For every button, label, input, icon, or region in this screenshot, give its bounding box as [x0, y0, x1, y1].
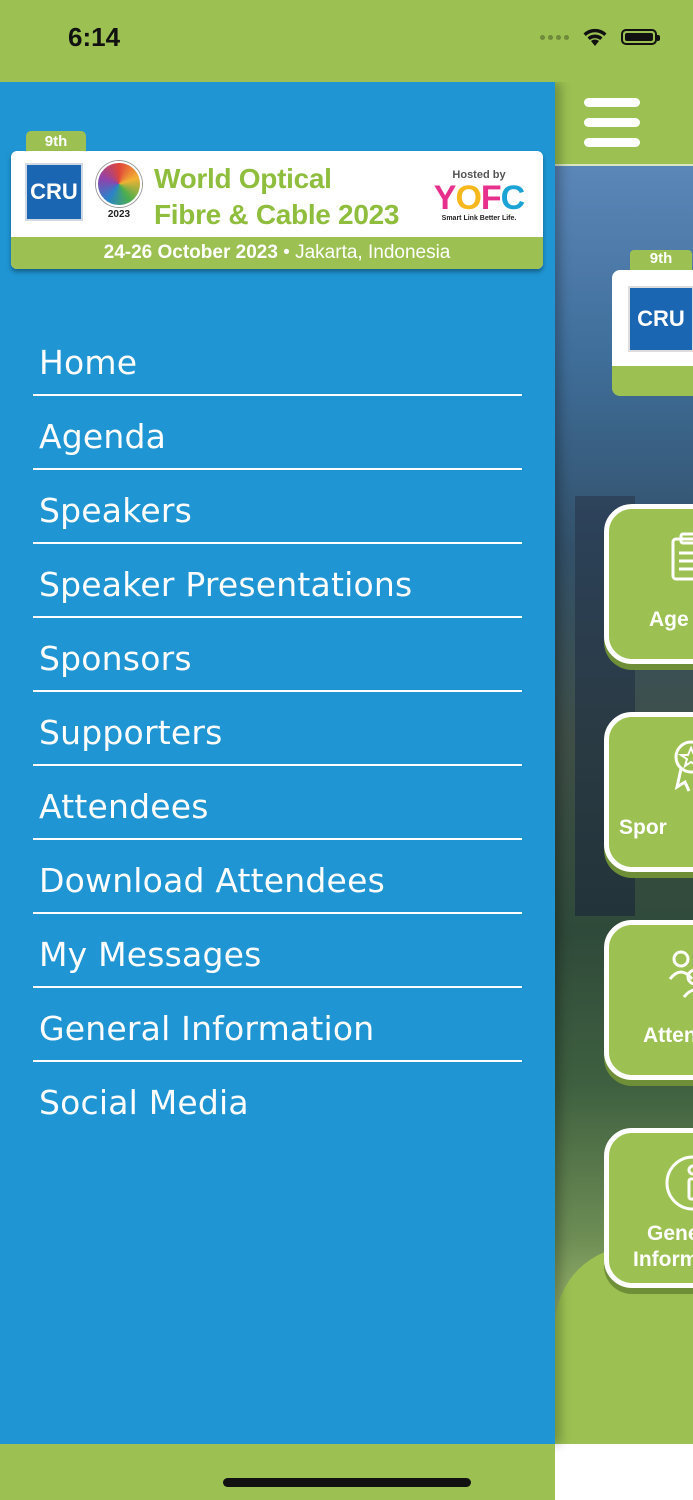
menu-item-label: General Information: [39, 1008, 375, 1048]
drawer-menu: Home Agenda Speakers Speaker Presentatio…: [33, 322, 522, 1134]
signal-icon: [540, 34, 569, 40]
menu-item-label: Attendees: [39, 786, 209, 826]
tile-agenda[interactable]: Age: [604, 504, 693, 664]
menu-item-label: Home: [39, 342, 138, 382]
globe-year: 2023: [107, 209, 131, 220]
star-badge-icon: [674, 740, 693, 792]
status-bar: 6:14: [0, 0, 693, 82]
tile-label: Gene: [647, 1222, 693, 1245]
status-icons: [540, 26, 660, 48]
clipboard-icon: [671, 532, 693, 581]
tile-label: Atten: [643, 1024, 693, 1047]
navigation-drawer: 9th CRU 2023 World Optical Fibre & Cable…: [0, 82, 555, 1444]
tile-attendees[interactable]: Atten: [604, 920, 693, 1080]
menu-item-my-messages[interactable]: My Messages: [33, 914, 522, 988]
edition-badge: 9th: [26, 131, 86, 153]
tile-label: Inform: [633, 1248, 693, 1271]
menu-item-general-information[interactable]: General Information: [33, 988, 522, 1062]
cru-logo: CRU: [25, 163, 83, 221]
menu-item-supporters[interactable]: Supporters: [33, 692, 522, 766]
menu-item-label: My Messages: [39, 934, 262, 974]
banner-edition: 9th: [630, 250, 692, 272]
menu-item-label: Speakers: [39, 490, 193, 530]
event-title: World Optical Fibre & Cable 2023: [154, 161, 399, 233]
menu-item-label: Download Attendees: [39, 860, 385, 900]
tile-label: Spor: [619, 816, 667, 839]
menu-item-label: Sponsors: [39, 638, 192, 678]
event-location: Jakarta, Indonesia: [295, 242, 451, 263]
menu-item-label: Speaker Presentations: [39, 564, 413, 604]
menu-item-download-attendees[interactable]: Download Attendees: [33, 840, 522, 914]
home-indicator[interactable]: [223, 1478, 471, 1487]
cru-logo: CRU: [628, 286, 693, 352]
menu-item-social-media[interactable]: Social Media: [33, 1062, 522, 1134]
separator: •: [283, 242, 290, 263]
drawer-footer: [0, 1444, 555, 1500]
menu-item-label: Agenda: [39, 416, 167, 456]
host-logo: Hosted by YOFC Smart Link Better Life.: [431, 169, 527, 222]
menu-item-label: Supporters: [39, 712, 223, 752]
yofc-logo: YOFC: [433, 179, 525, 217]
background-app: 9th CRU Age Spor Atten Gen Inform: [555, 82, 693, 1500]
host-tagline: Smart Link Better Life.: [441, 215, 517, 222]
status-time: 6:14: [68, 22, 121, 52]
menu-item-speaker-presentations[interactable]: Speaker Presentations: [33, 544, 522, 618]
event-banner: CRU: [612, 270, 693, 396]
tile-sponsors[interactable]: Spor: [604, 712, 693, 872]
globe-logo: 2023: [96, 161, 142, 220]
people-icon: [668, 950, 693, 998]
event-title-line2: Fibre & Cable 2023: [154, 199, 400, 230]
tile-label: Age: [649, 608, 689, 631]
menu-item-agenda[interactable]: Agenda: [33, 396, 522, 470]
menu-item-label: Social Media: [39, 1082, 249, 1122]
battery-icon: [621, 29, 660, 45]
event-logo: CRU 2023 World Optical Fibre & Cable 202…: [11, 151, 543, 269]
hamburger-icon[interactable]: [584, 98, 640, 148]
event-date: 24-26 October 2023: [103, 242, 278, 263]
event-title-line1: World Optical: [154, 163, 332, 194]
menu-item-home[interactable]: Home: [33, 322, 522, 396]
tile-general-information[interactable]: Gene Inform: [604, 1128, 693, 1288]
app-footer: [555, 1444, 693, 1500]
info-icon: [665, 1155, 693, 1211]
globe-icon: [96, 161, 142, 207]
menu-item-attendees[interactable]: Attendees: [33, 766, 522, 840]
wifi-icon: [583, 28, 607, 46]
app-header: [555, 82, 693, 166]
menu-item-sponsors[interactable]: Sponsors: [33, 618, 522, 692]
menu-item-speakers[interactable]: Speakers: [33, 470, 522, 544]
event-date-strip: 24-26 October 2023 • Jakarta, Indonesia: [11, 237, 543, 269]
